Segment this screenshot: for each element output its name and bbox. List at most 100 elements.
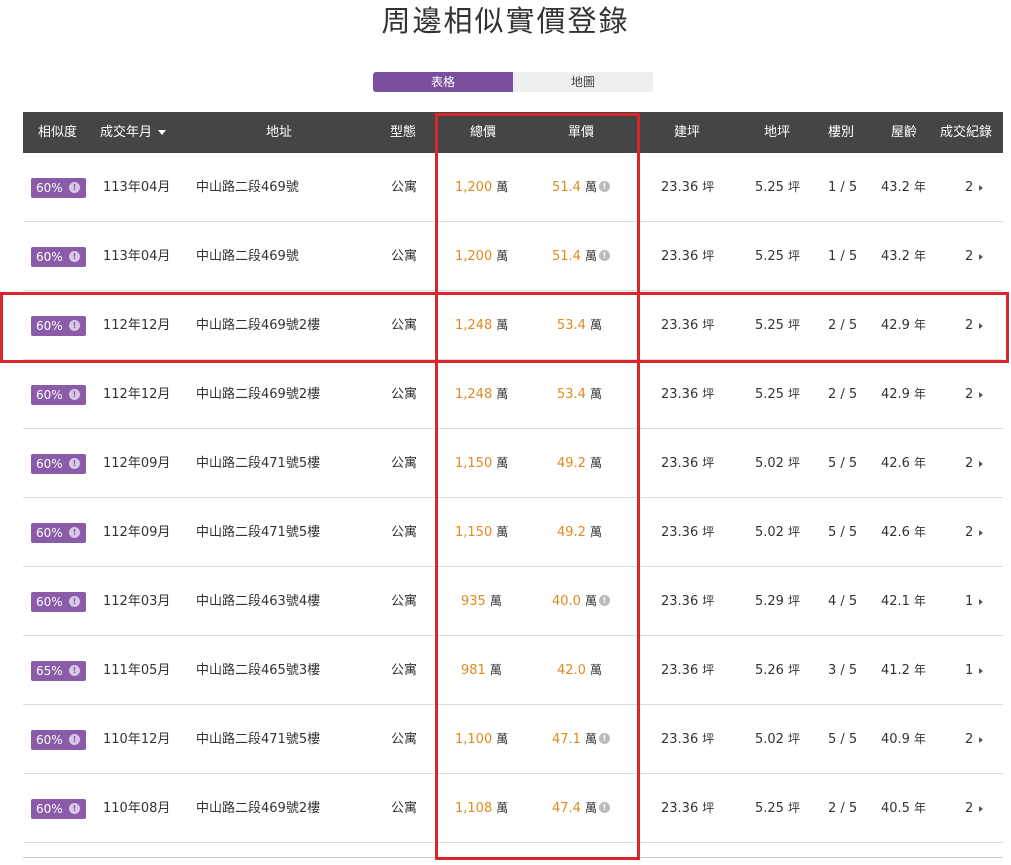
building-area: 23.36 坪 [661, 594, 715, 609]
total-price: 1,150 萬 [455, 456, 509, 471]
similarity-badge[interactable]: 60%! [31, 247, 86, 267]
info-icon: ! [69, 389, 80, 400]
col-header-age: 屋齡 [891, 125, 918, 140]
chevron-right-icon [979, 805, 984, 812]
records-link[interactable]: 2 [965, 429, 984, 498]
similarity-badge[interactable]: 60%! [31, 178, 86, 198]
house-age: 40.9 年 [881, 732, 926, 747]
unit-price: 53.4 萬 [557, 387, 602, 402]
info-icon[interactable]: ! [598, 595, 610, 606]
trade-date: 112年03月 [103, 594, 171, 609]
land-area: 5.02 坪 [755, 732, 800, 747]
similarity-badge[interactable]: 60%! [31, 799, 86, 819]
trade-date: 113年04月 [103, 180, 171, 195]
floor: 1 / 5 [828, 249, 858, 264]
unit-price: 47.4 萬! [552, 774, 610, 843]
total-price: 1,200 萬 [455, 249, 509, 264]
info-icon[interactable]: ! [598, 250, 610, 261]
chevron-right-icon [979, 184, 984, 191]
records-link[interactable]: 2 [965, 153, 984, 222]
property-type: 公寓 [391, 594, 418, 609]
trade-date: 110年12月 [103, 732, 171, 747]
similarity-badge[interactable]: 60%! [31, 730, 86, 750]
house-age: 43.2 年 [881, 180, 926, 195]
house-age: 42.6 年 [881, 525, 926, 540]
total-price: 1,100 萬 [455, 732, 509, 747]
info-icon[interactable]: ! [598, 181, 610, 192]
map-view-tab[interactable]: 地圖 [513, 72, 653, 92]
address: 中山路二段469號2樓 [196, 801, 321, 816]
similarity-badge[interactable]: 60%! [31, 523, 86, 543]
chevron-right-icon [979, 391, 984, 398]
total-price: 1,150 萬 [455, 525, 509, 540]
total-price: 1,248 萬 [455, 387, 509, 402]
col-header-address: 地址 [266, 125, 293, 140]
col-header-date[interactable]: 成交年月 [100, 112, 167, 153]
house-age: 42.9 年 [881, 318, 926, 333]
records-link[interactable]: 2 [965, 360, 984, 429]
building-area: 23.36 坪 [661, 732, 715, 747]
similarity-badge[interactable]: 60%! [31, 592, 86, 612]
trade-date: 113年04月 [103, 249, 171, 264]
info-icon: ! [69, 251, 80, 262]
similarity-badge[interactable]: 60%! [31, 316, 86, 336]
house-age: 40.5 年 [881, 801, 926, 816]
property-type: 公寓 [391, 663, 418, 678]
records-link[interactable]: 2 [965, 222, 984, 291]
address: 中山路二段469號2樓 [196, 318, 321, 333]
info-icon: ! [69, 734, 80, 745]
table-row: 60%! 113年04月 中山路二段469號 公寓 1,200 萬 51.4 萬! 23.36 坪… [23, 153, 1003, 222]
floor: 5 / 5 [828, 525, 858, 540]
records-link[interactable]: 2 [965, 498, 984, 567]
table-row: 60%! 110年08月 中山路二段469號2樓 公寓 1,108 萬 47.4 萬! 23.3… [23, 774, 1003, 843]
records-link[interactable]: 1 [965, 567, 984, 636]
col-header-type: 型態 [390, 125, 417, 140]
table-row: 60%! 110年12月 中山路二段471號5樓 公寓 1,100 萬 47.1 萬! 23.3… [23, 705, 1003, 774]
land-area: 5.02 坪 [755, 525, 800, 540]
land-area: 5.25 坪 [755, 180, 800, 195]
similarity-badge[interactable]: 60%! [31, 454, 86, 474]
info-icon: ! [69, 527, 80, 538]
floor: 2 / 5 [828, 387, 858, 402]
property-type: 公寓 [391, 249, 418, 264]
table-row: 60%! 112年12月 中山路二段469號2樓 公寓 1,248 萬 53.4 萬 23.36… [23, 360, 1003, 429]
address: 中山路二段469號 [196, 249, 299, 264]
trade-date: 112年09月 [103, 456, 171, 471]
info-icon[interactable]: ! [598, 733, 610, 744]
table-row: 60%! 112年12月 中山路二段469號2樓 公寓 1,248 萬 53.4 萬 23.36… [23, 291, 1003, 360]
info-icon[interactable]: ! [598, 802, 610, 813]
unit-price: 51.4 萬! [552, 153, 610, 222]
property-type: 公寓 [391, 525, 418, 540]
table-row: 65%! 111年05月 中山路二段465號3樓 公寓 981 萬 42.0 萬 23.36 坪 5… [23, 636, 1003, 705]
chevron-right-icon [979, 460, 984, 467]
unit-price: 49.2 萬 [557, 525, 602, 540]
property-type: 公寓 [391, 801, 418, 816]
house-age: 41.2 年 [881, 663, 926, 678]
similarity-badge[interactable]: 65%! [31, 661, 86, 681]
records-link[interactable]: 1 [965, 636, 984, 705]
total-price: 935 萬 [461, 594, 502, 609]
info-icon: ! [69, 458, 80, 469]
records-link[interactable]: 2 [965, 774, 984, 843]
table-row: 60%! 112年03月 中山路二段463號4樓 公寓 935 萬 40.0 萬! 23.36 坪… [23, 567, 1003, 636]
table-view-tab[interactable]: 表格 [373, 72, 513, 92]
chevron-right-icon [979, 322, 984, 329]
table-row: 60%! 112年09月 中山路二段471號5樓 公寓 1,150 萬 49.2 萬 23.36… [23, 429, 1003, 498]
unit-price: 42.0 萬 [557, 663, 602, 678]
floor: 2 / 5 [828, 801, 858, 816]
property-type: 公寓 [391, 387, 418, 402]
address: 中山路二段471號5樓 [196, 525, 321, 540]
records-link[interactable]: 2 [965, 705, 984, 774]
table-header: 相似度 成交年月 地址 型態 總價 單價 建坪 地坪 樓別 屋齡 成交紀錄 [23, 112, 1003, 153]
info-icon: ! [69, 803, 80, 814]
address: 中山路二段469號 [196, 180, 299, 195]
chevron-right-icon [979, 253, 984, 260]
records-link[interactable]: 2 [965, 291, 984, 360]
building-area: 23.36 坪 [661, 525, 715, 540]
land-area: 5.25 坪 [755, 318, 800, 333]
similarity-badge[interactable]: 60%! [31, 385, 86, 405]
land-area: 5.25 坪 [755, 801, 800, 816]
unit-price: 47.1 萬! [552, 705, 610, 774]
info-icon: ! [69, 596, 80, 607]
col-header-total-price: 總價 [470, 125, 497, 140]
